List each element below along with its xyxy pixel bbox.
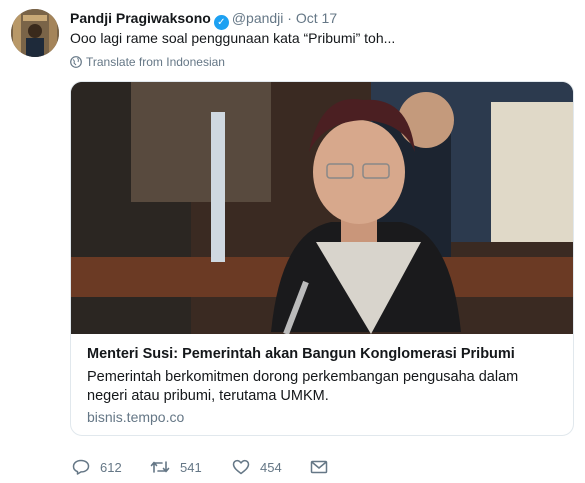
card-title[interactable]: Menteri Susi: Pemerintah akan Bangun Kon…: [87, 346, 515, 362]
card-image: [71, 82, 573, 336]
card-domain: bisnis.tempo.co: [87, 409, 185, 425]
mail-icon: [310, 460, 328, 474]
separator: ·: [287, 10, 292, 26]
avatar[interactable]: [11, 9, 59, 57]
heart-icon: [232, 459, 250, 475]
retweet-icon: [150, 461, 170, 473]
like-count: 454: [260, 459, 282, 475]
reply-count: 612: [100, 459, 122, 475]
globe-icon: [70, 56, 82, 68]
author-name[interactable]: Pandji Pragiwaksono: [70, 10, 211, 26]
translate-label: Translate from Indonesian: [86, 55, 225, 69]
translate-link[interactable]: Translate from Indonesian: [70, 54, 225, 70]
reply-icon: [72, 459, 90, 475]
author-handle[interactable]: @pandji: [232, 10, 284, 26]
retweet-count: 541: [180, 459, 202, 475]
retweet-button[interactable]: 541: [150, 457, 202, 477]
like-button[interactable]: 454: [232, 457, 282, 477]
tweet-text: Ooo lagi rame soal penggunaan kata “Prib…: [70, 30, 396, 46]
reply-button[interactable]: 612: [72, 457, 122, 477]
direct-message-button[interactable]: [310, 457, 338, 477]
card-description: Pemerintah berkomitmen dorong perkembang…: [87, 369, 519, 404]
link-card[interactable]: Menteri Susi: Pemerintah akan Bangun Kon…: [70, 81, 574, 436]
tweet-header: Pandji Pragiwaksono ✓ @pandji · Oct 17: [70, 8, 337, 30]
tweet-date[interactable]: Oct 17: [296, 10, 337, 26]
